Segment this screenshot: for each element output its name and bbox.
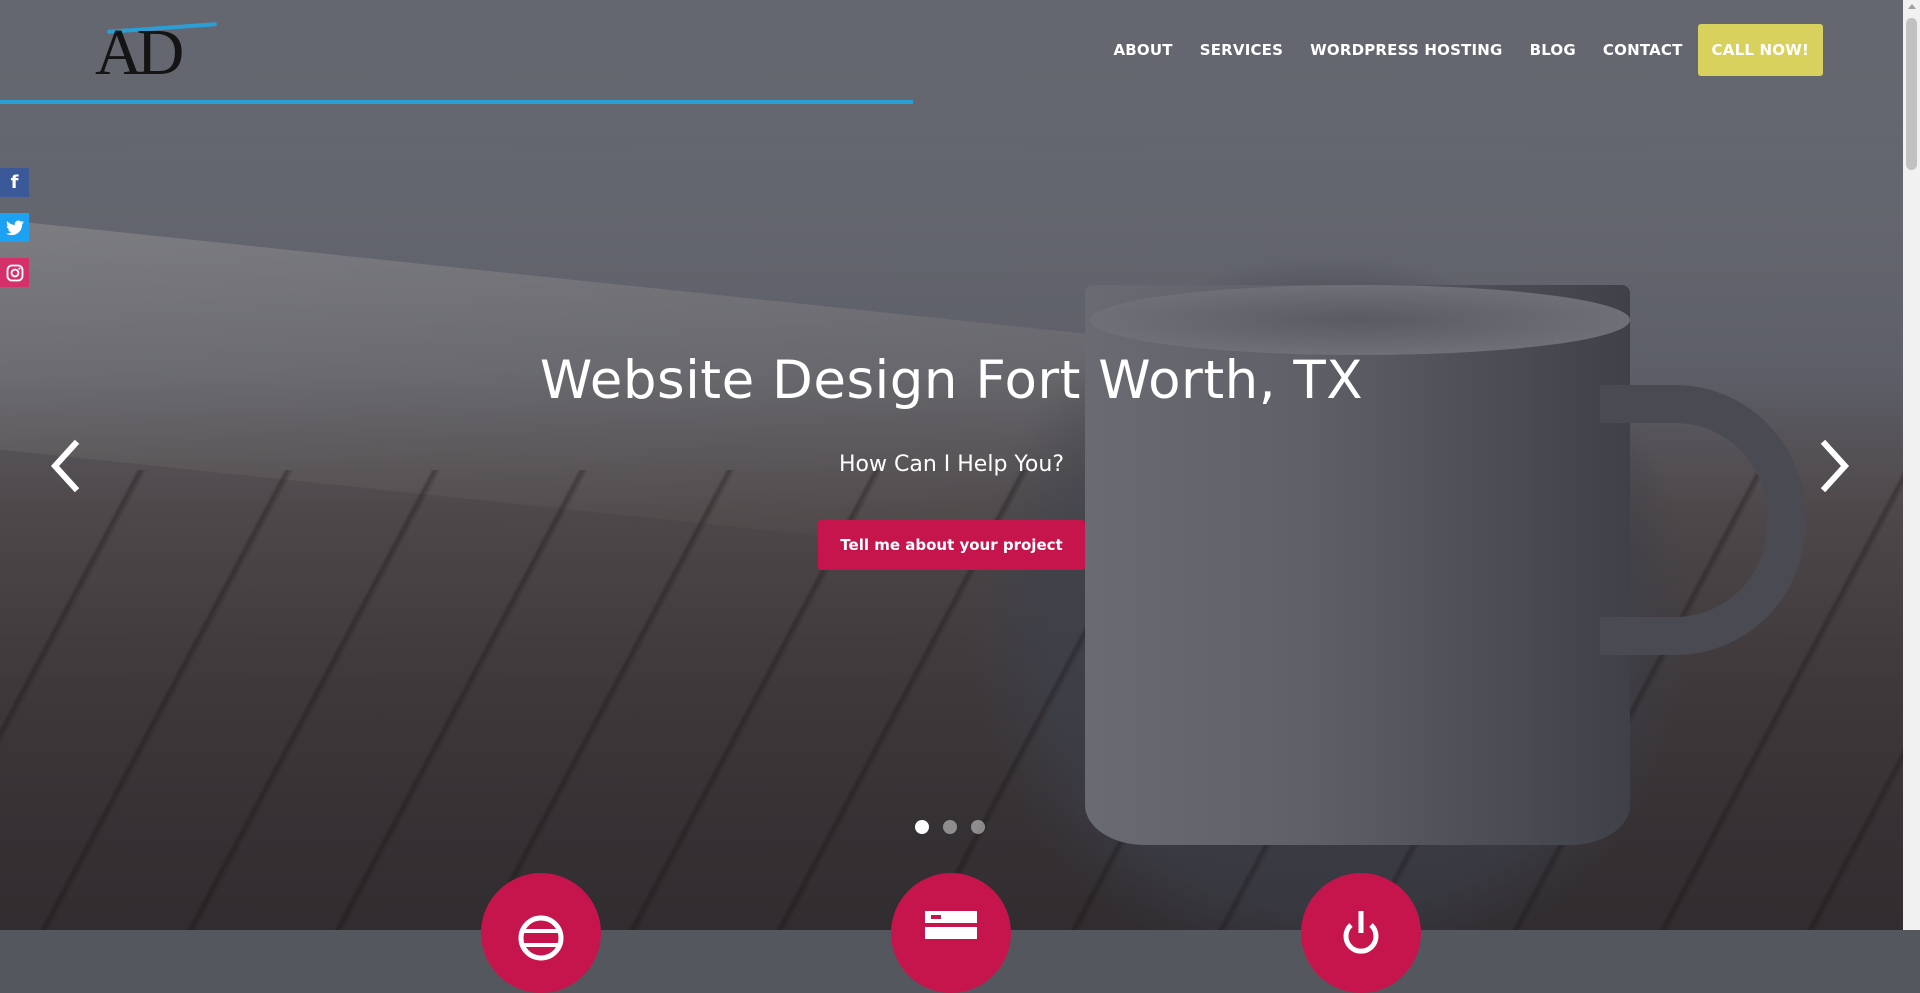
twitter-icon[interactable]	[0, 213, 29, 242]
hero-mug-rim	[1090, 285, 1630, 355]
chevron-right-icon[interactable]	[1810, 436, 1860, 496]
hero-subtitle: How Can I Help You?	[839, 452, 1064, 477]
scrollbar-thumb[interactable]	[1906, 18, 1917, 170]
nav-wordpress-hosting[interactable]: WORDPRESS HOSTING	[1310, 41, 1502, 59]
nav-about[interactable]: ABOUT	[1113, 41, 1172, 59]
page-scrollbar[interactable]	[1903, 0, 1920, 930]
instagram-icon[interactable]	[0, 258, 29, 287]
project-cta-button[interactable]: Tell me about your project	[818, 520, 1085, 570]
logo-text: AD	[95, 16, 184, 89]
server-icon	[925, 911, 977, 939]
header-divider	[0, 100, 913, 104]
social-sidebar: f	[0, 168, 29, 303]
facebook-icon[interactable]: f	[0, 168, 29, 197]
slider-dot-2[interactable]	[943, 820, 957, 834]
globe-icon	[518, 915, 564, 961]
nav-services[interactable]: SERVICES	[1200, 41, 1283, 59]
feature-circle-hosting[interactable]	[891, 873, 1011, 993]
chevron-left-icon[interactable]	[40, 436, 90, 496]
slider-dot-3[interactable]	[971, 820, 985, 834]
main-nav: ABOUT SERVICES WORDPRESS HOSTING BLOG CO…	[1086, 24, 1823, 76]
hero-title: Website Design Fort Worth, TX	[539, 350, 1364, 411]
slider-dots	[915, 820, 999, 834]
slider-dot-1[interactable]	[915, 820, 929, 834]
nav-contact[interactable]: CONTACT	[1603, 41, 1683, 59]
nav-blog[interactable]: BLOG	[1530, 41, 1576, 59]
feature-circle-web[interactable]	[481, 873, 601, 993]
scroll-up-icon[interactable]	[1908, 4, 1916, 9]
feature-circle-support[interactable]	[1301, 873, 1421, 993]
call-now-button[interactable]: CALL NOW!	[1697, 24, 1823, 76]
site-logo[interactable]: AD	[95, 14, 230, 89]
power-icon	[1343, 911, 1379, 954]
